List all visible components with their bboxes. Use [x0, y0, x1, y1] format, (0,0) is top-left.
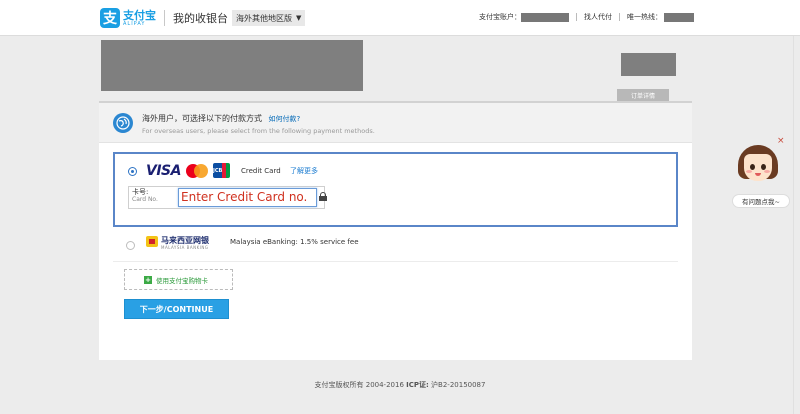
logo-cn-text: 支付宝 [123, 8, 156, 22]
malaysia-banking-logo: 马来西亚网银 MALAYSIA BANKING [146, 234, 226, 252]
top-header: 支 支付宝 ALIPAY 我的收银台 海外其他地区版 ▼ 支付宝账户： 找人代付… [0, 0, 800, 36]
alipay-logo-icon: 支 [100, 8, 120, 28]
credit-card-label: Credit Card [241, 167, 281, 175]
card-number-input[interactable]: Enter Credit Card no. [178, 188, 317, 207]
account-label: 支付宝账户： [479, 13, 521, 21]
page-title: 我的收银台 [173, 12, 228, 25]
scrollbar[interactable] [793, 36, 800, 414]
card-number-field: 卡号: Card No. Enter Credit Card no. [128, 186, 325, 209]
visa-logo: VISA [146, 163, 181, 179]
footer: 支付宝版权所有 2004-2016 ICP证: 沪B2-20150087 [0, 380, 800, 390]
payment-panel: 海外用户，可选择以下的付款方式 如何付款? For overseas users… [99, 101, 692, 360]
region-selector[interactable]: 海外其他地区版 ▼ [232, 10, 306, 26]
card-number-label: 卡号: Card No. [132, 188, 158, 203]
logo-en-text: ALIPAY [123, 20, 146, 27]
close-icon[interactable]: × [777, 136, 785, 146]
overseas-banner: 海外用户，可选择以下的付款方式 如何付款? For overseas users… [99, 103, 692, 143]
malaysia-ebanking-label: Malaysia eBanking: 1.5% service fee [230, 238, 359, 246]
help-widget[interactable]: × 有问题点我~ [730, 136, 790, 212]
divider [576, 13, 577, 21]
credit-card-option[interactable]: VISA JCB Credit Card 了解更多 卡号: Card No. E… [113, 152, 678, 227]
alipay-logo[interactable]: 支 支付宝 ALIPAY 我的收银台 [100, 6, 228, 30]
account-redacted [521, 12, 569, 22]
how-to-pay-link[interactable]: 如何付款? [269, 115, 301, 123]
order-info-redacted [101, 40, 363, 91]
pay-for-me-link[interactable]: 找人代付 [584, 12, 612, 22]
footer-copyright: 支付宝版权所有 2004-2016 [314, 381, 404, 389]
credit-card-radio[interactable] [128, 167, 137, 176]
divider [619, 13, 620, 21]
order-amount-redacted [621, 53, 676, 76]
chevron-down-icon: ▼ [296, 14, 302, 22]
jcb-logo: JCB [213, 163, 230, 178]
learn-more-link[interactable]: 了解更多 [290, 166, 318, 176]
logo-divider [164, 10, 165, 26]
hotline-label: 唯一热线： [627, 13, 662, 21]
region-label: 海外其他地区版 [236, 13, 292, 23]
overseas-subtitle: For overseas users, please select from t… [142, 127, 375, 135]
footer-icp-value: 沪B2-20150087 [431, 381, 486, 389]
continue-button[interactable]: 下一步/CONTINUE [124, 299, 229, 319]
plus-icon: + [144, 276, 152, 284]
hotline-redacted [664, 12, 694, 22]
helper-avatar[interactable] [738, 145, 778, 187]
help-bubble[interactable]: 有问题点我~ [732, 194, 790, 208]
overseas-title: 海外用户，可选择以下的付款方式 如何付款? [142, 114, 301, 123]
malaysia-ebanking-option[interactable]: 马来西亚网银 MALAYSIA BANKING Malaysia eBankin… [113, 230, 678, 262]
footer-icp-label: ICP证: [406, 381, 429, 389]
mastercard-logo [186, 164, 208, 178]
giftcard-label: 使用支付宝购物卡 [156, 276, 208, 285]
top-right-links: 支付宝账户： 找人代付 唯一热线： [479, 12, 694, 22]
lock-icon [319, 192, 327, 201]
malaysia-ebanking-radio[interactable] [126, 241, 135, 250]
globe-icon [113, 113, 133, 133]
malaysia-emblem-icon [146, 236, 158, 247]
giftcard-button[interactable]: + 使用支付宝购物卡 [124, 269, 233, 290]
